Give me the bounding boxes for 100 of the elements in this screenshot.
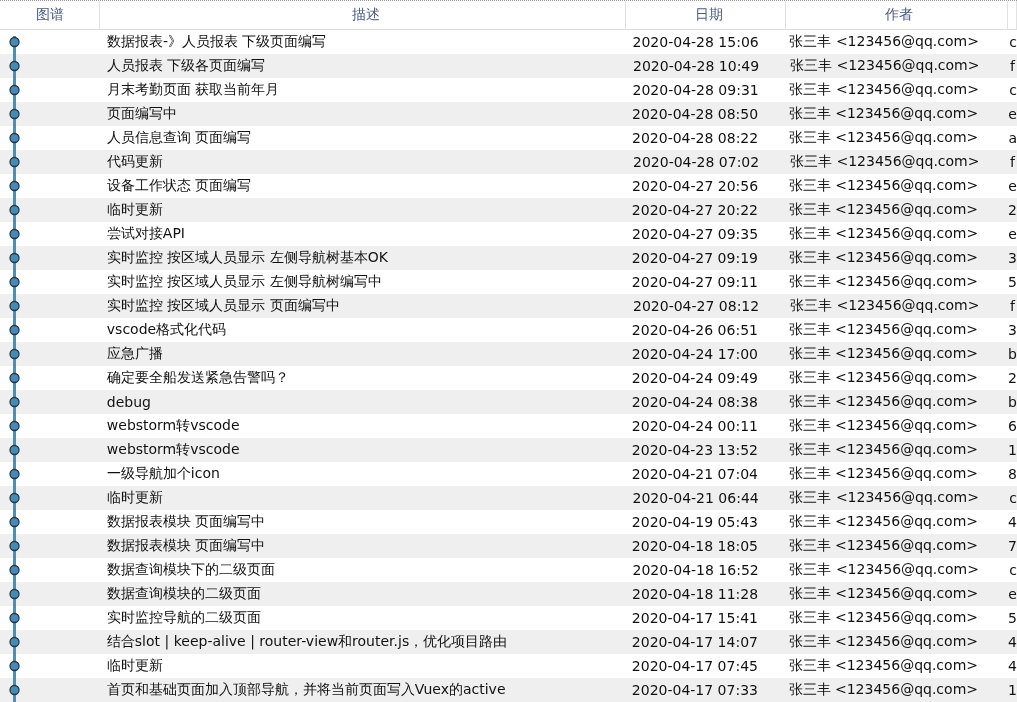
commit-date: 2020-04-18 11:28	[631, 586, 759, 602]
column-header[interactable]: 描述	[352, 6, 380, 24]
commit-hash: 3	[1008, 322, 1017, 338]
commit-hash: 4	[1008, 658, 1017, 674]
commit-date: 2020-04-28 08:50	[631, 106, 759, 122]
commit-hash: 2	[1008, 202, 1017, 218]
commit-hash: b	[1008, 346, 1017, 362]
commit-message: 人员报表 下级各页面编写	[107, 57, 266, 75]
commit-date: 2020-04-26 06:51	[631, 322, 758, 338]
commit-node-icon	[9, 486, 20, 510]
commit-hash: b	[1008, 394, 1017, 410]
commit-author: 张三丰 <123456@qq.com>	[788, 345, 978, 363]
commit-author: 张三丰 <123456@qq.com>	[789, 489, 979, 507]
commit-author: 张三丰 <123456@qq.com>	[790, 153, 980, 171]
commit-node-icon	[9, 294, 20, 318]
commit-hash: e	[1008, 178, 1017, 194]
commit-hash: 1	[1008, 682, 1017, 698]
commit-message: 数据查询模块下的二级页面	[106, 561, 275, 579]
commit-node-icon	[9, 198, 20, 222]
commit-message: 月末考勤页面 获取当前年月	[106, 81, 280, 99]
commit-hash: 2	[1008, 370, 1017, 386]
commit-node-icon	[9, 54, 20, 78]
commit-date: 2020-04-28 09:31	[632, 82, 759, 98]
commit-author: 张三丰 <123456@qq.com>	[788, 201, 978, 219]
commit-message: 一级导航加个icon	[106, 465, 220, 483]
commit-node-icon	[9, 126, 20, 150]
commit-date: 2020-04-24 00:11	[631, 418, 758, 434]
commit-node-icon	[9, 630, 20, 654]
commit-date: 2020-04-18 16:52	[632, 562, 759, 578]
commit-node-icon	[9, 150, 20, 174]
commit-message: 实时监控 按区域人员显示 左侧导航树编写中	[106, 273, 382, 291]
commit-message: webstorm转vscode	[106, 417, 240, 435]
commit-date: 2020-04-27 08:12	[633, 298, 760, 314]
commit-message: 实时监控 按区域人员显示 页面编写中	[107, 297, 340, 315]
commit-node-icon	[9, 534, 20, 558]
commit-author: 张三丰 <123456@qq.com>	[788, 681, 978, 699]
column-header[interactable]: 日期	[695, 6, 723, 24]
commit-message: 应急广播	[106, 345, 163, 363]
commit-node-icon	[9, 366, 20, 390]
commit-hash: 7	[1008, 538, 1017, 554]
commit-date: 2020-04-24 17:00	[631, 346, 758, 362]
commit-author: 张三丰 <123456@qq.com>	[788, 129, 979, 147]
commit-hash: e	[1008, 586, 1017, 602]
commit-date: 2020-04-28 07:02	[633, 154, 760, 170]
commit-date: 2020-04-17 07:45	[631, 658, 758, 674]
commit-hash: c	[1009, 562, 1017, 578]
commit-date: 2020-04-17 15:41	[631, 610, 758, 626]
commit-node-icon	[9, 342, 20, 366]
commit-hash: 4	[1008, 634, 1017, 650]
commit-date: 2020-04-24 08:38	[631, 394, 758, 410]
commit-author: 张三丰 <123456@qq.com>	[788, 441, 978, 459]
commit-author: 张三丰 <123456@qq.com>	[789, 33, 979, 51]
commit-author: 张三丰 <123456@qq.com>	[788, 177, 979, 195]
commit-hash: 5	[1008, 610, 1017, 626]
commit-node-icon	[9, 678, 20, 702]
commit-node-icon	[9, 222, 20, 246]
commit-hash: 8	[1008, 466, 1017, 482]
commit-hash: c	[1009, 490, 1017, 506]
commit-message: 页面编写中	[106, 105, 177, 123]
commit-date: 2020-04-24 09:49	[631, 370, 758, 386]
column-header[interactable]: 图谱	[35, 6, 64, 24]
commit-date: 2020-04-27 09:35	[631, 226, 759, 242]
commit-node-icon	[9, 390, 20, 414]
commit-author: 张三丰 <123456@qq.com>	[790, 57, 980, 75]
commit-hash: a	[1008, 130, 1017, 146]
commit-message: 临时更新	[106, 489, 163, 507]
commit-message: 临时更新	[106, 657, 163, 675]
commit-message: 代码更新	[107, 153, 163, 171]
commit-node-icon	[9, 438, 20, 462]
commit-node-icon	[9, 246, 20, 270]
column-header[interactable]: 作者	[884, 6, 913, 24]
commit-node-icon	[9, 654, 20, 678]
commit-date: 2020-04-17 07:33	[631, 682, 758, 698]
commit-message: 数据报表模块 页面编写中	[106, 513, 266, 531]
commit-date: 2020-04-27 20:22	[631, 202, 758, 218]
commit-author: 张三丰 <123456@qq.com>	[788, 273, 978, 291]
commit-author: 张三丰 <123456@qq.com>	[788, 417, 978, 435]
commit-message: 实时监控导航的二级页面	[106, 609, 261, 627]
commit-node-icon	[9, 606, 20, 630]
commit-author: 张三丰 <123456@qq.com>	[788, 393, 978, 411]
commit-date: 2020-04-28 08:22	[632, 130, 759, 146]
commit-date: 2020-04-28 10:49	[633, 58, 760, 74]
commit-author: 张三丰 <123456@qq.com>	[789, 561, 979, 579]
commit-hash: c	[1009, 82, 1017, 98]
commit-hash: f	[1010, 154, 1015, 170]
commit-message: 首页和基础页面加入顶部导航，并将当前页面写入Vuex的active	[106, 681, 506, 699]
commit-node-icon	[9, 270, 20, 294]
commit-message: 数据查询模块的二级页面	[106, 585, 261, 603]
commit-message: 尝试对接API	[106, 225, 185, 243]
commit-node-icon	[9, 510, 20, 534]
commit-hash: 3	[1008, 250, 1017, 266]
commit-hash: 5	[1008, 274, 1017, 290]
commit-hash: c	[1009, 34, 1017, 50]
commit-node-icon	[9, 36, 20, 54]
commit-message: 确定要全船发送紧急告警吗？	[106, 369, 289, 387]
commit-hash: f	[1010, 58, 1015, 74]
commit-node-icon	[9, 102, 20, 126]
commit-node-icon	[9, 78, 20, 102]
commit-node-icon	[9, 462, 20, 486]
commit-author: 张三丰 <123456@qq.com>	[788, 105, 979, 123]
